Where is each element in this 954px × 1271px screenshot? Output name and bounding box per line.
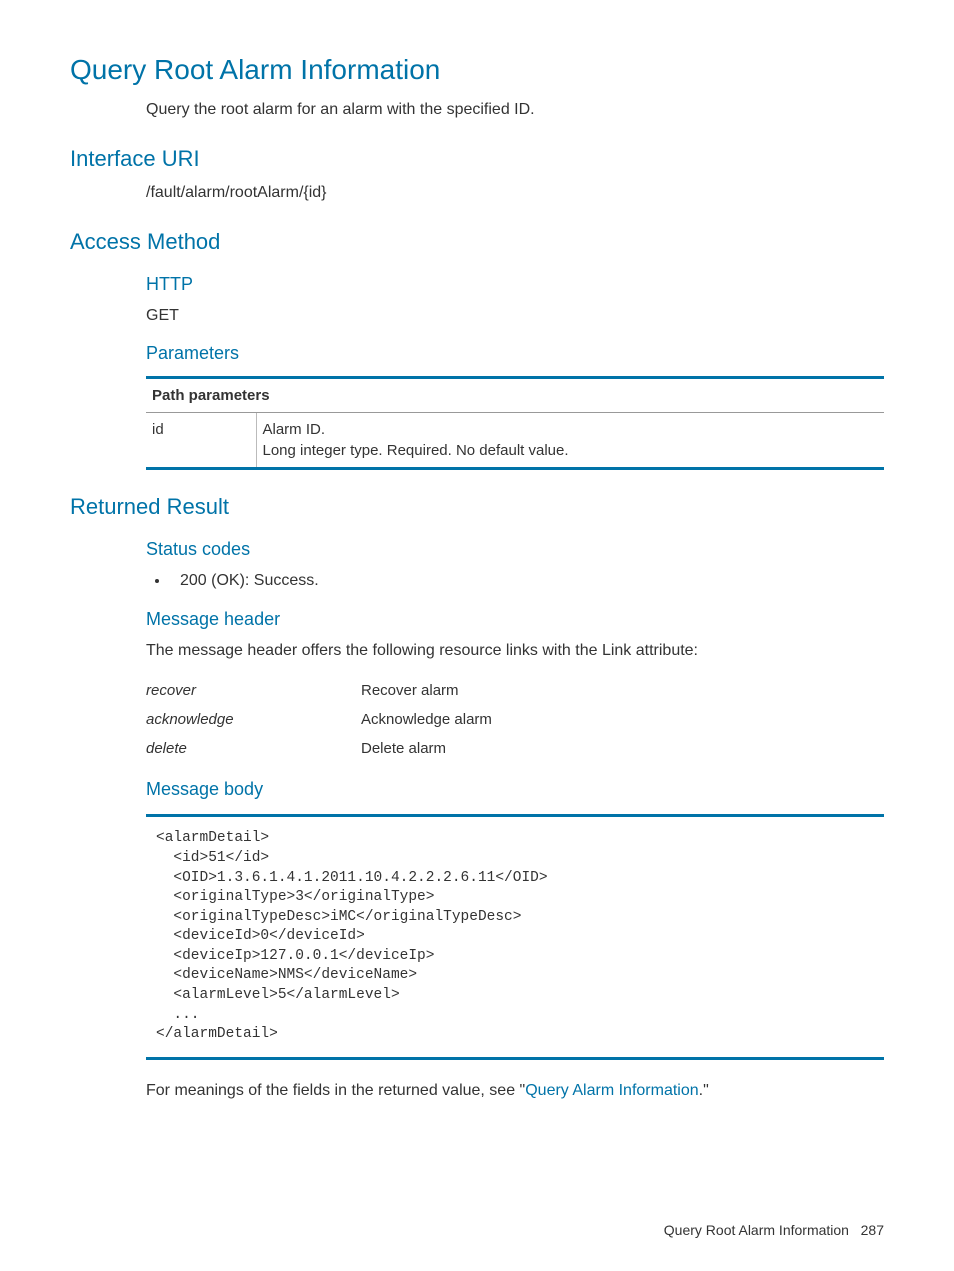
parameters-table-header: Path parameters <box>146 378 884 413</box>
link-desc: Delete alarm <box>361 734 492 763</box>
page-footer: Query Root Alarm Information 287 <box>664 1221 884 1241</box>
status-code-item: 200 (OK): Success. <box>170 570 884 592</box>
message-header-intro: The message header offers the following … <box>146 640 884 662</box>
param-name: id <box>146 413 256 469</box>
resource-links-table: recover Recover alarm acknowledge Acknow… <box>146 676 492 763</box>
param-desc: Alarm ID. Long integer type. Required. N… <box>256 413 884 469</box>
table-row: acknowledge Acknowledge alarm <box>146 705 492 734</box>
http-label: HTTP <box>146 272 884 297</box>
footer-page-number: 287 <box>861 1222 884 1238</box>
footnote-link[interactable]: Query Alarm Information <box>525 1082 698 1099</box>
link-name: acknowledge <box>146 705 361 734</box>
returned-result-heading: Returned Result <box>70 492 884 523</box>
status-codes-list: 200 (OK): Success. <box>70 570 884 592</box>
access-method-heading: Access Method <box>70 227 884 258</box>
message-body-code: <alarmDetail> <id>51</id> <OID>1.3.6.1.4… <box>146 814 884 1059</box>
footnote-prefix: For meanings of the fields in the return… <box>146 1082 525 1099</box>
table-row: id Alarm ID. Long integer type. Required… <box>146 413 884 469</box>
page-title: Query Root Alarm Information <box>70 50 884 89</box>
footnote-suffix: ." <box>699 1082 709 1099</box>
footer-title: Query Root Alarm Information <box>664 1222 849 1238</box>
link-name: delete <box>146 734 361 763</box>
link-desc: Recover alarm <box>361 676 492 705</box>
interface-uri-value: /fault/alarm/rootAlarm/{id} <box>146 182 884 204</box>
link-name: recover <box>146 676 361 705</box>
http-method-value: GET <box>146 305 884 327</box>
link-desc: Acknowledge alarm <box>361 705 492 734</box>
parameters-label: Parameters <box>146 341 884 366</box>
table-row: delete Delete alarm <box>146 734 492 763</box>
message-body-label: Message body <box>146 777 884 802</box>
intro-text: Query the root alarm for an alarm with t… <box>146 99 884 121</box>
parameters-table: Path parameters id Alarm ID. Long intege… <box>146 376 884 470</box>
interface-uri-heading: Interface URI <box>70 144 884 175</box>
footnote: For meanings of the fields in the return… <box>146 1080 884 1102</box>
message-header-label: Message header <box>146 607 884 632</box>
status-codes-label: Status codes <box>146 537 884 562</box>
table-row: recover Recover alarm <box>146 676 492 705</box>
